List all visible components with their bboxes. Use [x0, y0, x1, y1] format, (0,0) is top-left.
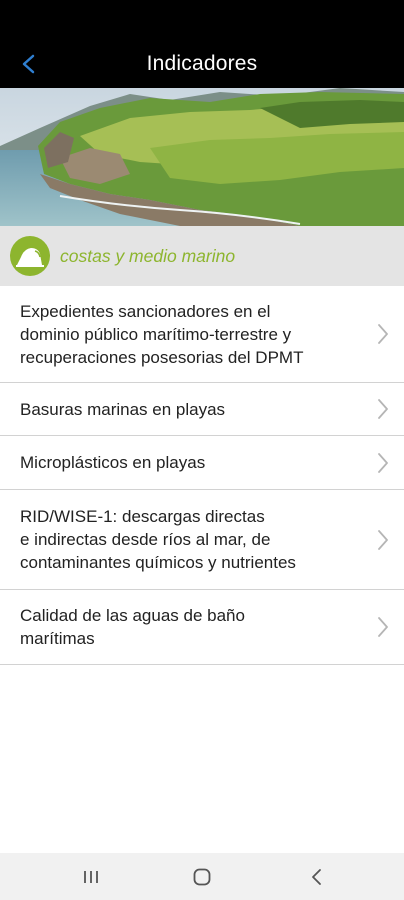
chevron-right-icon — [376, 451, 390, 475]
list-item[interactable]: Calidad de las aguas de baño marítimas — [0, 590, 404, 665]
indicator-list: Expedientes sancionadores en el dominio … — [0, 286, 404, 665]
list-item[interactable]: Expedientes sancionadores en el dominio … — [0, 286, 404, 383]
chevron-right-icon — [376, 322, 390, 346]
home-icon[interactable] — [190, 865, 214, 889]
list-item-label: RID/WISE-1: descargas directas e indirec… — [20, 507, 296, 572]
chevron-right-icon — [376, 528, 390, 552]
list-item[interactable]: Basuras marinas en playas — [0, 383, 404, 436]
back-arrow-icon[interactable] — [14, 50, 42, 78]
page-title: Indicadores — [146, 52, 258, 75]
chevron-right-icon — [376, 615, 390, 639]
list-item[interactable]: RID/WISE-1: descargas directas e indirec… — [0, 490, 404, 590]
list-item-label: Microplásticos en playas — [20, 453, 206, 472]
list-item-label: Calidad de las aguas de baño marítimas — [20, 606, 245, 648]
list-item-label: Basuras marinas en playas — [20, 399, 226, 419]
nav-back-icon[interactable] — [305, 865, 329, 889]
hero-image — [0, 88, 404, 226]
status-bar — [0, 0, 404, 40]
system-nav-bar — [0, 853, 404, 900]
list-item-label: Expedientes sancionadores en el dominio … — [20, 301, 304, 367]
app-bar: Indicadores — [0, 40, 404, 88]
category-label: costas y medio marino — [60, 245, 236, 266]
category-header: costas y medio marino — [0, 226, 404, 286]
list-item[interactable]: Microplásticos en playas — [0, 436, 404, 490]
coast-icon — [10, 236, 50, 276]
recent-apps-icon[interactable] — [79, 865, 103, 889]
chevron-right-icon — [376, 397, 390, 421]
